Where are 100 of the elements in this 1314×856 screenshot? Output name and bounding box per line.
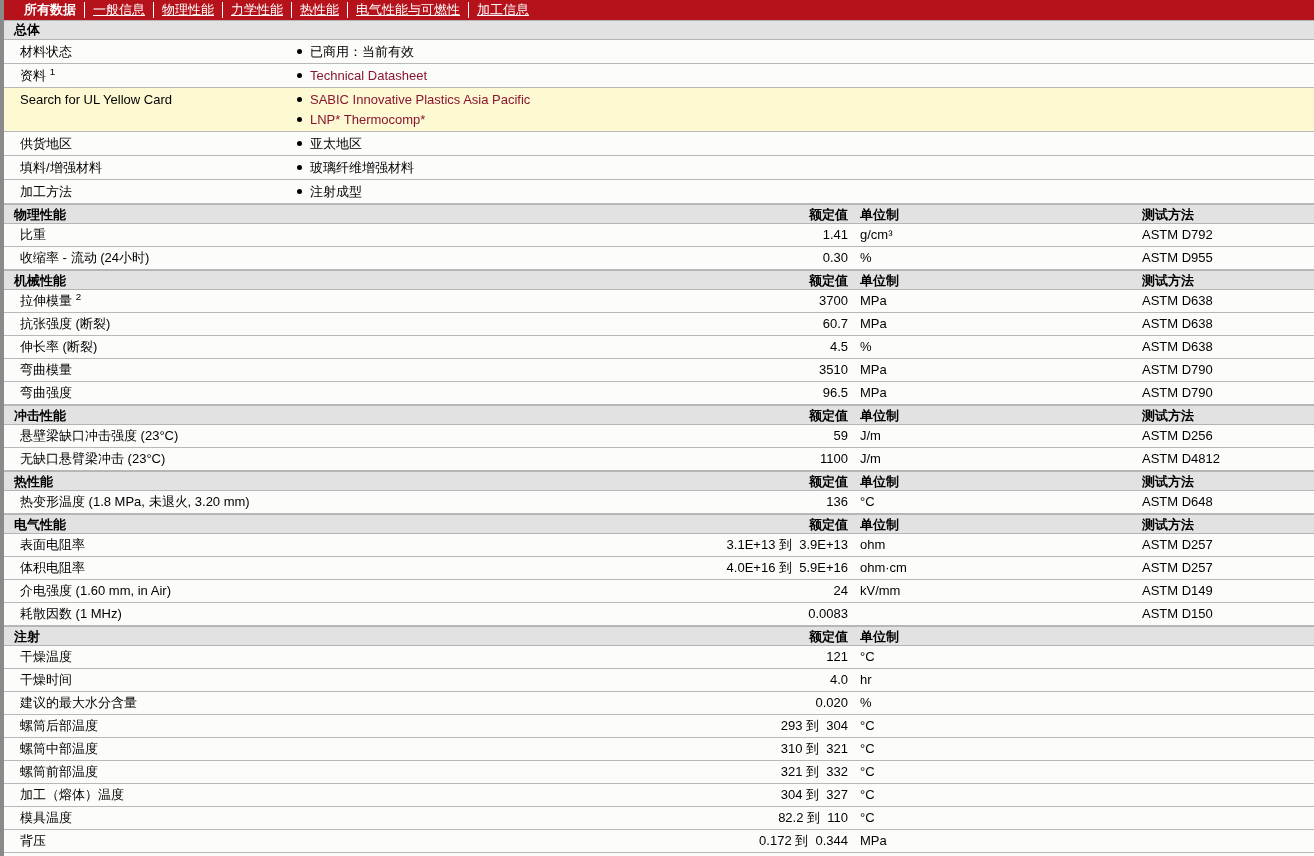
property-value: 3700	[819, 292, 849, 311]
datasheet-link[interactable]: SABIC Innovative Plastics Asia Pacific	[310, 91, 531, 108]
property-name: 弯曲模量	[19, 361, 72, 380]
nav-link[interactable]: 一般信息	[84, 2, 153, 18]
nav-link[interactable]: 所有数据	[16, 2, 84, 18]
section-title: 冲击性能	[13, 407, 67, 425]
test-method: ASTM D638	[1141, 338, 1213, 357]
nav-link[interactable]: 热性能	[291, 2, 347, 18]
column-header: 额定值	[809, 516, 849, 534]
column-header: 单位制	[859, 272, 899, 290]
datasheet-link[interactable]: Technical Datasheet	[310, 67, 428, 84]
property-value: 121	[826, 648, 849, 667]
column-header: 测试方法	[1141, 407, 1194, 425]
section-title: 物理性能	[13, 206, 67, 224]
column-header: 单位制	[859, 407, 899, 425]
test-method: ASTM D638	[1141, 315, 1213, 334]
unit-cell-text: °C	[859, 648, 875, 667]
column-header: 测试方法	[1141, 516, 1194, 534]
bullet-icon	[297, 189, 302, 194]
unit-cell-text: MPa	[859, 292, 887, 311]
column-header: 单位制	[859, 516, 899, 534]
property-name: 无缺口悬臂梁冲击 (23°C)	[19, 450, 166, 469]
datasheet-link[interactable]: LNP* Thermocomp*	[310, 111, 426, 128]
nav-link[interactable]: 力学性能	[222, 2, 291, 18]
section-title: 注射	[13, 628, 41, 646]
row-label: 资料 $^{1}$	[19, 67, 57, 84]
section-title: 总体	[14, 21, 40, 40]
test-method: ASTM D638	[1141, 292, 1213, 311]
property-value: 24	[833, 582, 849, 601]
property-name: 干燥温度	[19, 648, 72, 667]
property-name: 模具温度	[19, 809, 72, 828]
property-name: 背压	[19, 832, 46, 851]
unit-cell-text: MPa	[859, 315, 887, 334]
test-method: ASTM D257	[1141, 536, 1213, 555]
property-name: 耗散因数 (1 MHz)	[19, 605, 122, 624]
section-title: 机械性能	[12, 272, 67, 290]
test-method: ASTM D150	[1141, 605, 1213, 624]
test-method: ASTM D955	[1141, 249, 1213, 268]
bullet-icon	[297, 165, 302, 170]
row-label: 供货地区	[19, 135, 73, 152]
row-value: 注射成型	[310, 183, 362, 200]
column-header: 额定值	[809, 628, 849, 646]
property-value: 321 到 332	[780, 763, 849, 782]
row-value: 玻璃纤维增强材料	[310, 159, 414, 176]
column-header: 额定值	[809, 407, 849, 425]
unit-cell-text: MPa	[859, 384, 887, 403]
column-header: 单位制	[859, 473, 899, 491]
property-name: 表面电阻率	[19, 536, 85, 555]
section-title: 热性能	[13, 473, 54, 491]
property-name: 建议的最大水分含量	[19, 694, 137, 713]
property-name: 拉伸模量 $^{2}$	[19, 291, 82, 311]
property-value: 1100	[820, 450, 849, 469]
property-value: 304 到 327	[780, 786, 849, 805]
property-value: 82.2 到 110	[778, 809, 849, 828]
nav-link[interactable]: 电气性能与可燃性	[347, 2, 468, 18]
unit-cell-text: hr	[859, 671, 872, 690]
unit-cell-text: °C	[859, 740, 875, 759]
bullet-icon	[297, 141, 302, 146]
property-value: 0.020	[815, 694, 849, 713]
unit-cell-text: %	[859, 694, 872, 713]
property-value: 136	[826, 493, 849, 512]
bullet-icon	[297, 97, 302, 102]
test-method: ASTM D792	[1141, 226, 1213, 245]
property-name: 螺筒后部温度	[19, 717, 98, 736]
unit-cell-text: %	[859, 249, 872, 268]
column-header: 额定值	[809, 272, 849, 290]
column-header: 额定值	[809, 206, 849, 224]
unit-cell-text: °C	[859, 493, 875, 512]
unit-cell-text: °C	[859, 763, 875, 782]
property-value: 1.41	[822, 226, 849, 245]
property-name: 悬壁梁缺口冲击强度 (23°C)	[19, 427, 179, 446]
property-name: 弯曲强度	[19, 384, 72, 403]
unit-cell-text: MPa	[859, 361, 887, 380]
unit-cell-text: °C	[859, 809, 875, 828]
row-value: 亚太地区	[310, 135, 362, 152]
property-value: 293 到 304	[780, 717, 849, 736]
column-header: 单位制	[859, 206, 899, 224]
section-title: 电气性能	[13, 516, 67, 534]
column-header: 测试方法	[1141, 272, 1194, 290]
row-label: 加工方法	[19, 183, 73, 200]
test-method: ASTM D790	[1141, 361, 1213, 380]
property-name: 收缩率 - 流动 (24小时)	[19, 249, 150, 268]
unit-cell-text: J/m	[859, 427, 881, 446]
test-method: ASTM D149	[1141, 582, 1213, 601]
property-value: 3510	[819, 361, 849, 380]
property-value: 60.7	[822, 315, 849, 334]
nav-link[interactable]: 加工信息	[468, 2, 537, 18]
unit-cell-text: kV/mm	[859, 582, 901, 601]
column-header: 单位制	[859, 628, 899, 646]
test-method: ASTM D4812	[1141, 450, 1221, 469]
test-method: ASTM D790	[1141, 384, 1213, 403]
column-header: 测试方法	[1141, 206, 1194, 224]
property-name: 伸长率 (断裂)	[19, 338, 98, 357]
nav-link[interactable]: 物理性能	[153, 2, 222, 18]
row-label: Search for UL Yellow Card	[19, 91, 173, 109]
bullet-icon	[297, 49, 302, 54]
unit-cell-text: °C	[859, 717, 875, 736]
row-label: 材料状态	[19, 43, 73, 60]
unit-cell-text: g/cm³	[859, 226, 893, 245]
row-value: 已商用：当前有效	[310, 43, 414, 60]
